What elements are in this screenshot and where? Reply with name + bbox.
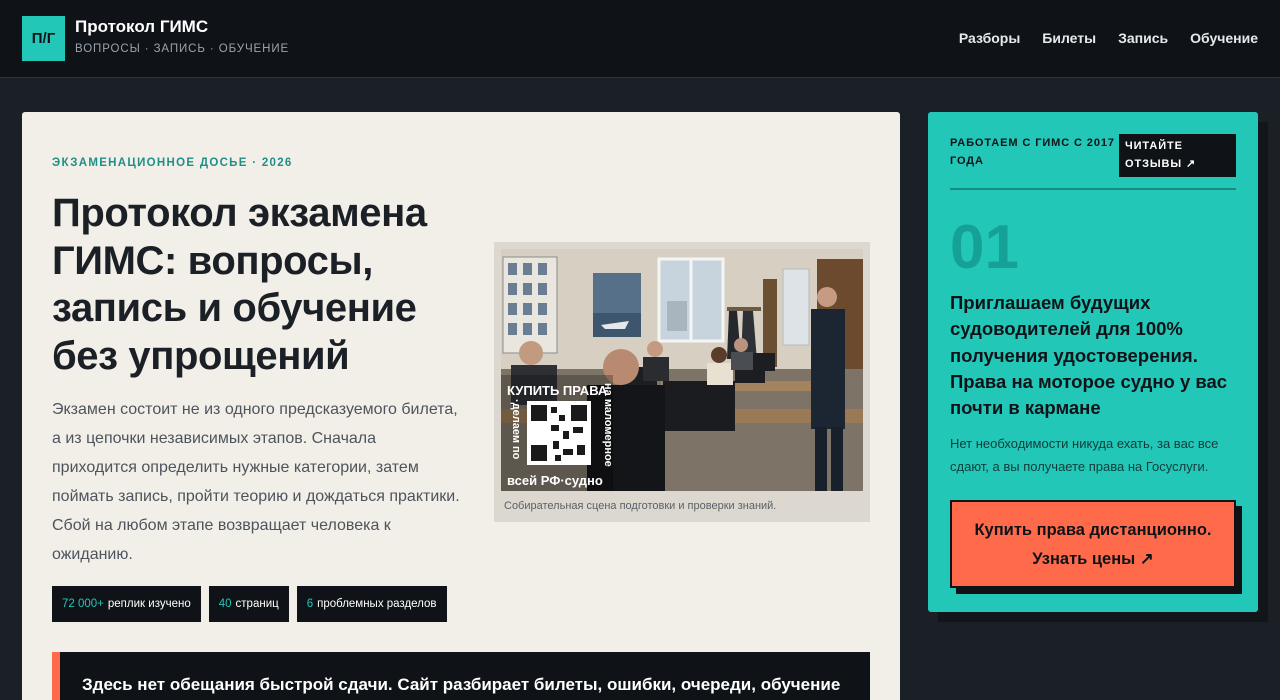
stat-badge-sections: 6 проблемных разделов (296, 586, 447, 622)
stats-row: 72 000+ реплик изучено 40 страниц 6 проб… (52, 586, 447, 622)
nav-link-zapis[interactable]: Запись (1118, 30, 1168, 46)
hero-figure: КУПИТЬ ПРАВА ·делаем по на маломерное вс… (494, 242, 870, 522)
nav-link-razbory[interactable]: Разборы (959, 30, 1020, 46)
site-logo[interactable]: П/Г (22, 16, 65, 61)
qr-overlay-bottom-text: всей РФ·судно (507, 473, 603, 488)
stat-label: реплик изучено (107, 598, 191, 610)
page-headline: Протокол экзамена ГИМС: вопросы, запись … (52, 191, 427, 378)
site-tagline: ВОПРОСЫ · ЗАПИСЬ · ОБУЧЕНИЕ (75, 43, 290, 55)
stat-value: 40 (218, 598, 232, 610)
promo-card: РАБОТАЕМ С ГИМС С 2017 ГОДА ЧИТАЙТЕ ОТЗЫ… (928, 112, 1258, 612)
buy-license-button[interactable]: Купить права дистанционно. Узнать цены ↗ (950, 500, 1236, 588)
main-nav: Разборы Билеты Запись Обучение (959, 30, 1258, 46)
qr-overlay-top-text: КУПИТЬ ПРАВА (507, 383, 608, 398)
disclaimer-text: Здесь нет обещания быстрой сдачи. Сайт р… (82, 675, 841, 694)
classroom-exam-photo: КУПИТЬ ПРАВА ·делаем по на маломерное вс… (501, 249, 863, 491)
promo-title: Приглашаем будущих судоводителей для 100… (950, 292, 1228, 419)
stat-badge-pages: 40 страниц (208, 586, 289, 622)
lead-paragraph: Экзамен состоит не из одного предсказуем… (52, 401, 460, 563)
stat-label: страниц (235, 598, 279, 610)
site-header: П/Г Протокол ГИМС ВОПРОСЫ · ЗАПИСЬ · ОБУ… (0, 0, 1280, 78)
nav-link-obuchenie[interactable]: Обучение (1190, 30, 1258, 46)
promo-since-label: РАБОТАЕМ С ГИМС С 2017 ГОДА (950, 137, 1115, 167)
promo-divider (950, 188, 1236, 190)
site-title[interactable]: Протокол ГИМС (75, 17, 208, 37)
stat-label: проблемных разделов (317, 598, 437, 610)
nav-link-bilety[interactable]: Билеты (1042, 30, 1096, 46)
qr-overlay-left-text: ·делаем по (510, 399, 522, 460)
read-reviews-button[interactable]: ЧИТАЙТЕ ОТЗЫВЫ ↗ (1119, 134, 1236, 177)
photo-caption: Собирательная сцена подготовки и проверк… (504, 500, 777, 512)
stat-badge-replies: 72 000+ реплик изучено (52, 586, 201, 622)
qr-overlay-right-text: на маломерное (602, 383, 614, 467)
promo-description: Нет необходимости никуда ехать, за вас в… (950, 436, 1219, 474)
buy-button-line-1: Купить права дистанционно. (974, 521, 1212, 539)
disclaimer-callout: Здесь нет обещания быстрой сдачи. Сайт р… (52, 652, 870, 700)
stat-value: 72 000+ (62, 598, 104, 610)
buy-button-line-2: Узнать цены ↗ (1032, 550, 1154, 568)
section-eyebrow: ЭКЗАМЕНАЦИОННОЕ ДОСЬЕ · 2026 (52, 157, 293, 169)
promo-number: 01 (950, 213, 1019, 282)
stat-value: 6 (306, 598, 314, 610)
hero-card: ЭКЗАМЕНАЦИОННОЕ ДОСЬЕ · 2026 Протокол эк… (22, 112, 900, 700)
